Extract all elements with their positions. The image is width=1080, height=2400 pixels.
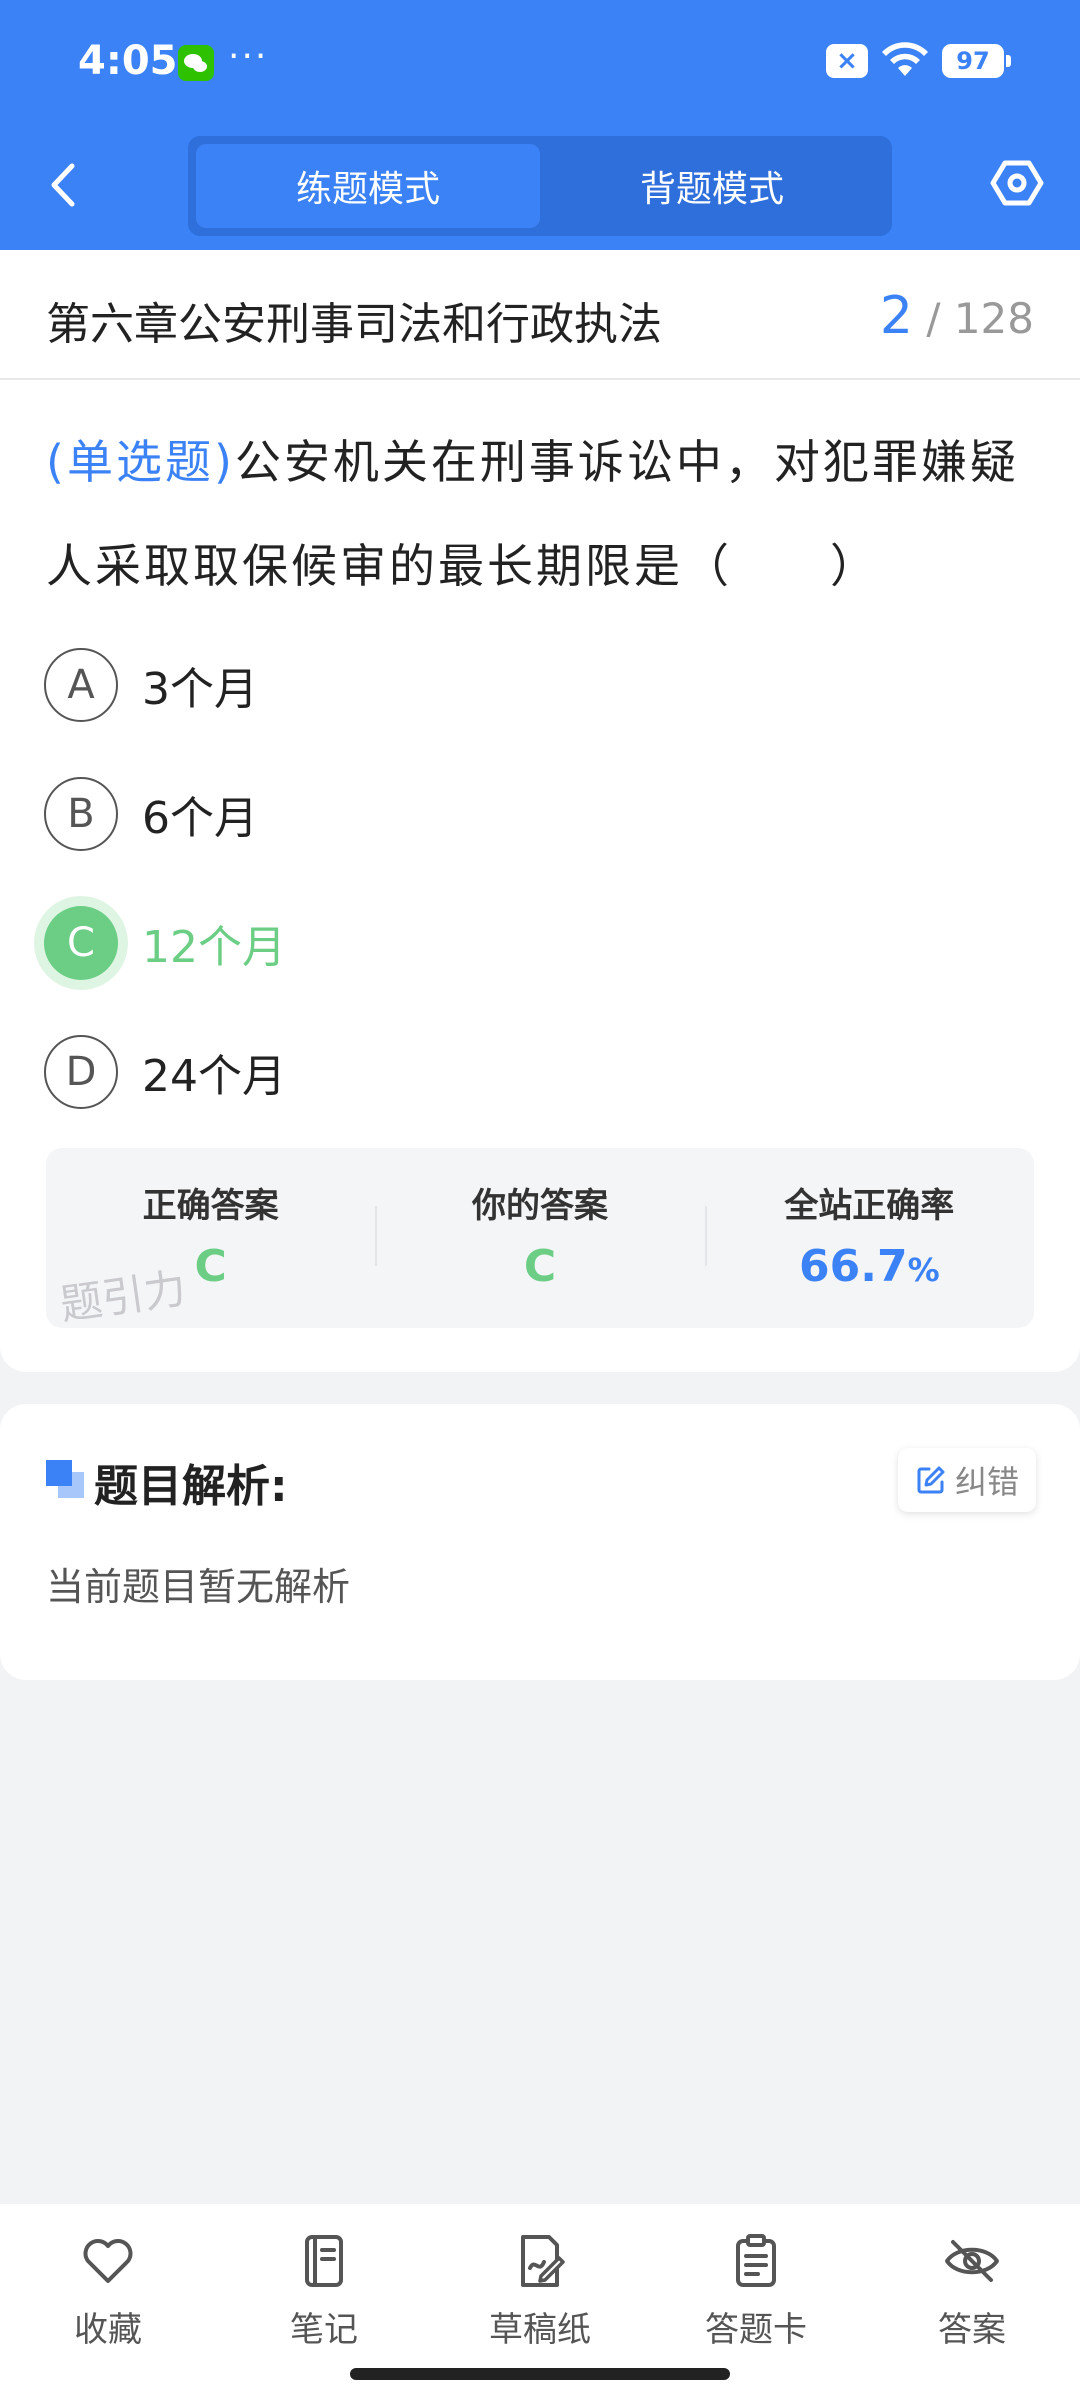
nav-show-answer[interactable]: 答案	[864, 2204, 1080, 2400]
question-type: (单选题)	[46, 435, 235, 489]
analysis-title: 题目解析:	[94, 1461, 288, 1512]
your-answer-value: C	[523, 1241, 557, 1292]
accuracy-col: 全站正确率 66.7%	[704, 1148, 1034, 1328]
wechat-icon	[178, 45, 214, 81]
tab-practice-mode[interactable]: 练题模式	[196, 144, 540, 228]
tab-recite-mode[interactable]: 背题模式	[540, 144, 884, 228]
chapter-title: 第六章公安刑事司法和行政执法	[46, 299, 662, 350]
eye-off-icon	[945, 2240, 999, 2282]
wifi-icon	[882, 42, 928, 76]
report-error-button[interactable]: 纠错	[898, 1448, 1036, 1512]
progress-separator: /	[926, 294, 941, 343]
heart-icon	[83, 2239, 133, 2283]
status-bar: 4:05 ··· × 97	[0, 0, 1080, 130]
more-notifications-icon: ···	[228, 36, 269, 77]
status-time: 4:05	[78, 38, 178, 84]
answer-panel: 正确答案 C 你的答案 C 全站正确率 66.7%	[46, 1148, 1034, 1328]
chapter-bar: 第六章公安刑事司法和行政执法 2 / 128	[0, 250, 1080, 380]
analysis-squares-icon	[46, 1460, 84, 1498]
battery-icon: 97	[942, 44, 1011, 78]
your-answer-col: 你的答案 C	[375, 1148, 704, 1328]
mode-toggle: 练题模式 背题模式	[188, 136, 892, 236]
nav-favorite-label: 收藏	[74, 2310, 142, 2350]
option-text: 24个月	[142, 1050, 286, 1102]
x-badge-icon: ×	[826, 44, 868, 78]
analysis-card: 题目解析: 纠错 当前题目暂无解析	[0, 1404, 1080, 1680]
option-b[interactable]: B 6个月	[44, 749, 1044, 878]
option-c[interactable]: C 12个月	[44, 878, 1044, 1007]
edit-icon	[917, 1466, 945, 1494]
question-text: (单选题)公安机关在刑事诉讼中，对犯罪嫌疑人采取取保候审的最长期限是（ ）	[46, 410, 1036, 618]
draft-paper-icon	[521, 2235, 565, 2287]
options-list: A 3个月 B 6个月 C 12个月 D 24个月	[44, 620, 1044, 1136]
nav-answer-sheet-label: 答题卡	[705, 2310, 807, 2350]
accuracy-label: 全站正确率	[784, 1186, 955, 1226]
notebook-icon	[305, 2235, 343, 2287]
question-card: (单选题)公安机关在刑事诉讼中，对犯罪嫌疑人采取取保候审的最长期限是（ ） A …	[0, 380, 1080, 1372]
settings-icon[interactable]	[990, 156, 1044, 210]
correct-answer-label: 正确答案	[142, 1186, 279, 1226]
nav-notes-label: 笔记	[290, 2310, 358, 2350]
question-progress: 2 / 128	[880, 286, 1034, 346]
option-letter: B	[44, 776, 118, 851]
header: 4:05 ··· × 97 练题模式 背题模式	[0, 0, 1080, 250]
accuracy-value: 66.7%	[799, 1241, 940, 1292]
your-answer-label: 你的答案	[471, 1186, 608, 1226]
report-error-label: 纠错	[954, 1463, 1019, 1501]
nav-draft-label: 草稿纸	[489, 2310, 591, 2350]
option-letter: C	[44, 905, 118, 980]
correct-answer-value: C	[194, 1241, 227, 1292]
option-text: 3个月	[142, 663, 258, 715]
answer-sheet-icon	[736, 2234, 776, 2287]
option-text: 6个月	[142, 792, 258, 844]
total-questions: 128	[953, 294, 1034, 343]
option-text: 12个月	[142, 921, 286, 973]
analysis-body: 当前题目暂无解析	[46, 1565, 351, 1609]
option-letter: D	[44, 1034, 118, 1109]
current-question-number: 2	[879, 286, 913, 346]
option-d[interactable]: D 24个月	[44, 1007, 1044, 1136]
back-icon[interactable]	[44, 160, 84, 210]
accuracy-number: 66.7	[799, 1241, 908, 1292]
option-letter: A	[44, 647, 118, 722]
home-indicator[interactable]	[350, 2368, 730, 2380]
nav-favorite[interactable]: 收藏	[0, 2204, 216, 2400]
option-a[interactable]: A 3个月	[44, 620, 1044, 749]
accuracy-unit: %	[907, 1251, 940, 1289]
nav-show-answer-label: 答案	[938, 2310, 1006, 2350]
